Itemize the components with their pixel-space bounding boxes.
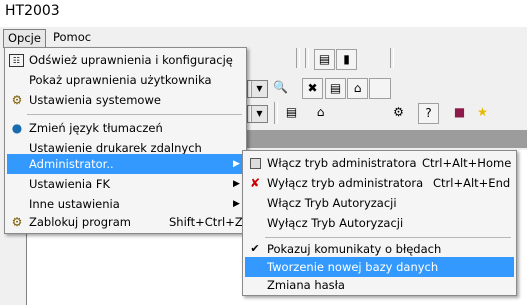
menu-item-fk-settings[interactable]: Ustawienia FK ▶ bbox=[7, 174, 244, 194]
menu-divider bbox=[27, 114, 242, 115]
lock-program-icon: ⚙ bbox=[11, 215, 23, 229]
search-icon[interactable]: 🔍 bbox=[270, 78, 291, 99]
checkmark-icon: ✔ bbox=[250, 242, 260, 255]
submenu-arrow-icon: ▶ bbox=[233, 199, 240, 209]
menu-item-system-settings[interactable]: ⚙ Ustawienia systemowe bbox=[7, 90, 244, 110]
system-settings-icon: ⚙ bbox=[11, 93, 23, 107]
menu-pomoc[interactable]: Pomoc bbox=[49, 29, 95, 46]
help-icon[interactable]: ? bbox=[418, 103, 439, 124]
document-tree-icon[interactable]: ▤ bbox=[281, 103, 302, 124]
submenu-arrow-icon: ▶ bbox=[233, 179, 240, 189]
book-icon[interactable]: ■ bbox=[449, 103, 470, 124]
menu-item-label: Pokazuj komunikaty o błędach bbox=[267, 242, 442, 256]
chevron-down-icon[interactable]: ▼ bbox=[251, 81, 267, 97]
square-icon bbox=[247, 155, 263, 171]
menu-item-show-permissions[interactable]: Pokaż uprawnienia użytkownika bbox=[7, 70, 244, 90]
refresh-config-icon: ☷ bbox=[9, 54, 24, 67]
menu-opcje[interactable]: Opcje bbox=[3, 29, 46, 48]
chevron-down-icon[interactable]: ▼ bbox=[251, 106, 267, 122]
menu-divider bbox=[265, 237, 511, 238]
menu-item-label: Zmiana hasła bbox=[267, 278, 345, 292]
menu-item-label: Pokaż uprawnienia użytkownika bbox=[29, 73, 212, 87]
toolbar-combo[interactable]: ▼ bbox=[247, 80, 268, 98]
home-icon[interactable]: ⌂ bbox=[310, 103, 331, 124]
submenu-item-change-password[interactable]: Zmiana hasła bbox=[245, 275, 514, 295]
submenu-item-disable-auth[interactable]: Wyłącz Tryb Autoryzacji bbox=[245, 213, 514, 233]
submenu-item-disable-admin[interactable]: ✘ Wyłącz tryb administratora Ctrl+Alt+En… bbox=[245, 173, 514, 193]
home-icon[interactable]: ⌂ bbox=[347, 78, 368, 99]
menu-item-lock-program[interactable]: ⚙ Zablokuj program Shift+Ctrl+Z bbox=[7, 212, 244, 232]
menu-item-refresh[interactable]: ☷ Odśwież uprawnienia i konfigurację bbox=[7, 50, 244, 70]
menu-bar: Opcje Pomoc bbox=[0, 27, 527, 48]
window-title: HT2003 bbox=[5, 3, 60, 19]
submenu-item-enable-admin[interactable]: Włącz tryb administratora Ctrl+Alt+Home bbox=[245, 153, 514, 173]
menu-item-label: Ustawienia FK bbox=[29, 177, 110, 191]
submenu-item-show-errors[interactable]: ✔ Pokazuj komunikaty o błędach bbox=[245, 239, 514, 259]
menu-item-shortcut: Ctrl+Alt+End bbox=[433, 176, 511, 190]
menu-item-other-settings[interactable]: Inne ustawienia ▶ bbox=[7, 194, 244, 214]
toolbar-separator bbox=[390, 48, 394, 68]
menu-item-administrator[interactable]: Administrator.. ▶ bbox=[7, 154, 244, 174]
gears-icon[interactable]: ⚙ bbox=[388, 103, 409, 124]
menu-item-shortcut: Ctrl+Alt+Home bbox=[422, 156, 512, 170]
menu-item-label: Tworzenie nowej bazy danych bbox=[267, 260, 439, 274]
menu-item-change-language[interactable]: ● Zmień język tłumaczeń bbox=[7, 118, 244, 138]
menu-item-shortcut: Shift+Ctrl+Z bbox=[169, 215, 243, 229]
document-tree-icon[interactable]: ▤ bbox=[314, 49, 335, 70]
menu-item-label: Wyłącz tryb administratora bbox=[267, 176, 424, 190]
menu-item-label: Odśwież uprawnienia i konfigurację bbox=[29, 53, 233, 67]
toolbar-separator bbox=[274, 102, 278, 124]
menu-item-label: Zablokuj program bbox=[29, 215, 131, 229]
exit-door-icon[interactable]: ▮ bbox=[336, 49, 357, 70]
menu-item-label: Włącz tryb administratora bbox=[267, 156, 417, 170]
menu-item-label: Włącz Tryb Autoryzacji bbox=[267, 196, 397, 210]
submenu-arrow-icon: ▶ bbox=[233, 159, 240, 169]
menu-item-label: Wyłącz Tryb Autoryzacji bbox=[267, 216, 404, 230]
toolbar-separator bbox=[305, 48, 309, 68]
submenu-item-enable-auth[interactable]: Włącz Tryb Autoryzacji bbox=[245, 193, 514, 213]
gray-header-bar bbox=[240, 130, 527, 148]
empty-button[interactable] bbox=[369, 78, 391, 99]
toolbar-combo-2[interactable]: ▼ bbox=[247, 105, 268, 123]
menu-item-label: Administrator.. bbox=[29, 157, 114, 171]
menu-item-label: Zmień język tłumaczeń bbox=[29, 121, 163, 135]
menu-item-label: Ustawienia systemowe bbox=[29, 93, 161, 107]
copy-doc-icon[interactable]: ▤ bbox=[325, 78, 346, 99]
opcje-menu: ☷ Odśwież uprawnienia i konfigurację Pok… bbox=[4, 47, 247, 234]
toolbar-separator bbox=[296, 48, 300, 68]
submenu-item-create-database[interactable]: Tworzenie nowej bazy danych bbox=[245, 257, 514, 277]
language-icon: ● bbox=[11, 121, 23, 135]
star-icon[interactable]: ★ bbox=[472, 103, 493, 124]
red-x-icon: ✘ bbox=[249, 176, 261, 190]
administrator-submenu: Włącz tryb administratora Ctrl+Alt+Home … bbox=[242, 150, 517, 296]
delete-doc-icon[interactable]: ✖ bbox=[302, 78, 323, 99]
title-bar: HT2003 bbox=[0, 0, 527, 27]
menu-item-label: Inne ustawienia bbox=[29, 197, 120, 211]
